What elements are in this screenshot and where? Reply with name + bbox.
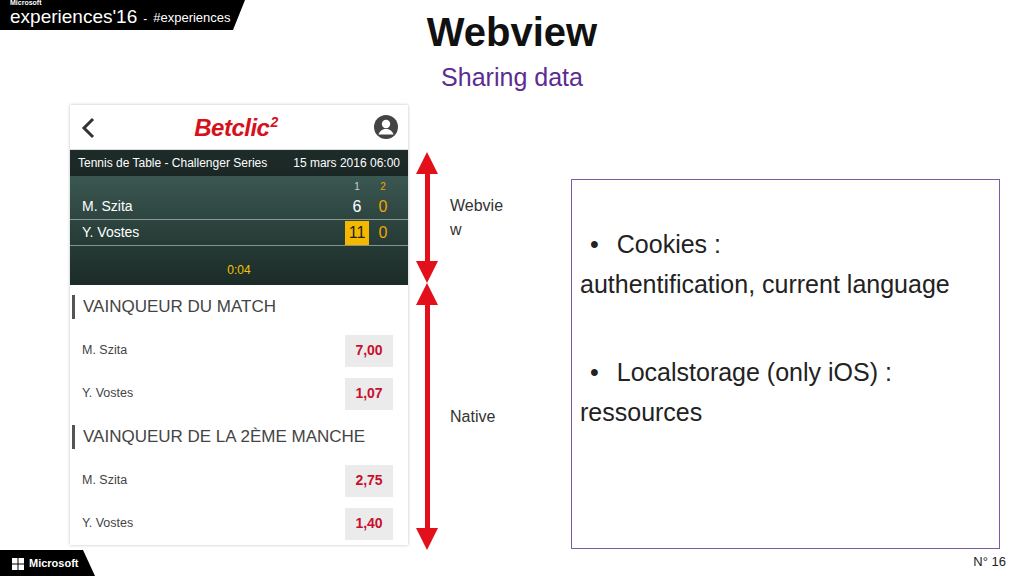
event-banner: Microsoftexperiences'16-#experiences — [0, 0, 245, 30]
outcome-row: M. Szita 2,75 — [70, 459, 408, 502]
back-icon[interactable] — [80, 115, 98, 139]
note-detail: authentification, current language — [580, 268, 987, 301]
betclic-logo: Betclic2 — [194, 115, 278, 140]
market-title: VAINQUEUR DE LA 2ÈME MANCHE — [72, 425, 365, 449]
event-separator: - — [143, 12, 147, 26]
app-header: Betclic2 — [70, 105, 408, 150]
segment-label: Webview — [450, 194, 508, 242]
score-cell: 6 — [345, 195, 369, 219]
slide-footer: Microsoft N° 16 — [0, 550, 1024, 576]
logo-text: Betclic — [194, 114, 269, 141]
event-hashtag: #experiences — [153, 10, 230, 26]
note-title: Localstorage (only iOS) : — [617, 356, 892, 390]
slide-subtitle: Sharing data — [441, 62, 583, 92]
note-title: Cookies : — [617, 228, 721, 262]
title-block: Webview Sharing data — [427, 0, 597, 105]
bullet-marker: • — [590, 228, 599, 262]
player-name: Y. Vostes — [82, 222, 343, 243]
market-section: VAINQUEUR DU MATCH M. Szita 7,00 Y. Vostes 1… — [70, 285, 408, 415]
score-cell: 11 — [345, 221, 369, 245]
match-date: 15 mars 2016 06:00 — [293, 154, 400, 172]
market-section: VAINQUEUR DE LA 2ÈME MANCHE M. Szita 2,75 Y… — [70, 415, 408, 545]
app-screenshot: Betclic2Tennis de Table - Challenger Ser… — [70, 105, 408, 545]
note-item: • Cookies : authentification, current lang… — [580, 228, 987, 300]
player-row: Y. Vostes110 — [70, 220, 408, 246]
set-header: 2 — [371, 179, 395, 194]
set-header: 1 — [345, 179, 369, 194]
segment-row: Webview — [408, 152, 571, 283]
outcome-row: Y. Vostes 1,40 — [70, 502, 408, 545]
match-clock: 0:04 — [227, 261, 250, 279]
score-cell: 0 — [371, 221, 395, 245]
segment-row: Native — [408, 283, 571, 550]
outcome-name: M. Szita — [82, 341, 127, 360]
outcome-row: M. Szita 7,00 — [70, 329, 408, 372]
slide-title: Webview — [427, 10, 597, 54]
set-headers: 12 — [70, 176, 408, 194]
segment-label: Native — [450, 405, 508, 429]
windows-logo-icon — [12, 555, 24, 572]
bullet-marker: • — [590, 356, 599, 390]
outcome-name: Y. Vostes — [82, 384, 133, 403]
notes-box: • Cookies : authentification, current lang… — [571, 179, 1000, 549]
logo-mark: 2 — [270, 114, 277, 130]
odds-button[interactable]: 1,40 — [345, 508, 393, 540]
double-arrow-icon — [408, 152, 446, 283]
microsoft-banner: Microsoft — [0, 550, 95, 576]
outcome-name: M. Szita — [82, 471, 127, 490]
user-icon[interactable] — [374, 115, 398, 140]
match-bar: Tennis de Table - Challenger Series 15 ma… — [70, 150, 408, 176]
outcome-row: Y. Vostes 1,07 — [70, 372, 408, 415]
odds-button[interactable]: 1,07 — [345, 378, 393, 410]
slide-header: Microsoftexperiences'16-#experiences Webv… — [0, 0, 1024, 105]
player-row: M. Szita60 — [70, 194, 408, 220]
player-name: M. Szita — [82, 196, 343, 217]
odds-button[interactable]: 2,75 — [345, 465, 393, 497]
slide-number: N° 16 — [973, 552, 1024, 576]
market-title: VAINQUEUR DU MATCH — [72, 295, 276, 319]
double-arrow-icon — [408, 283, 446, 550]
segment-markers: Webview Native — [408, 105, 571, 550]
note-detail: ressources — [580, 396, 987, 429]
event-name: experiences'16 — [10, 7, 137, 26]
odds-button[interactable]: 7,00 — [345, 335, 393, 367]
slide-body: Betclic2Tennis de Table - Challenger Ser… — [0, 105, 1024, 550]
score-cell: 0 — [371, 195, 395, 219]
slide: Microsoftexperiences'16-#experiencesWebv… — [0, 0, 1024, 576]
footer-brand: Microsoft — [29, 555, 79, 572]
note-item: • Localstorage (only iOS) : ressources — [580, 356, 987, 428]
competition: Tennis de Table - Challenger Series — [78, 154, 267, 172]
outcome-name: Y. Vostes — [82, 514, 133, 533]
score-webview: Tennis de Table - Challenger Series 15 ma… — [70, 150, 408, 285]
event-brand: Microsoft — [10, 0, 137, 6]
